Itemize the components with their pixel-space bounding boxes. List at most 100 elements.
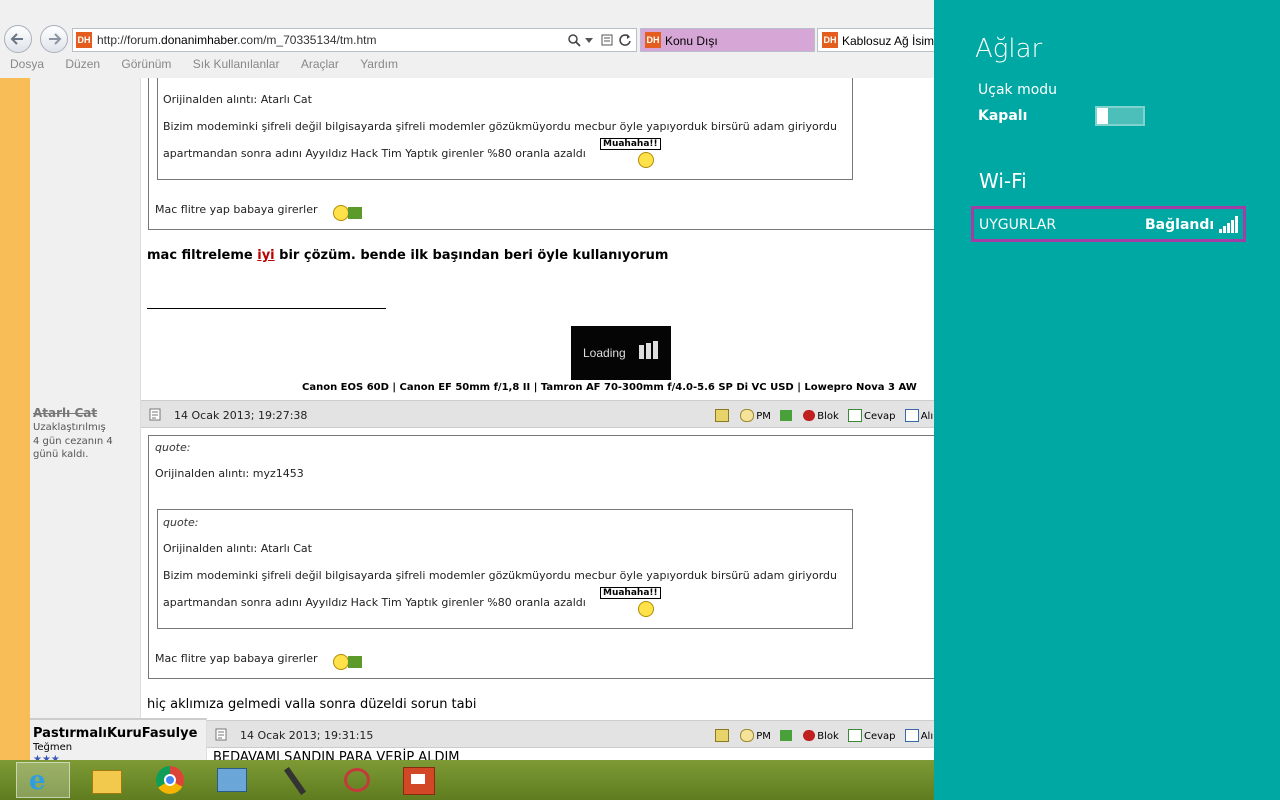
post-header: 14 Ocak 2013; 19:31:15 PM Blok Cevap Alı… — [207, 720, 934, 748]
muahaha-emoticon: Muahaha!! — [600, 138, 661, 168]
cake-icon — [348, 656, 362, 668]
quote-label: quote: — [155, 441, 191, 454]
network-name: UYGURLAR — [979, 217, 1057, 233]
post-actions: PM Blok Cevap Alıntı — [709, 729, 934, 742]
menu-favorites[interactable]: Sık Kullanılanlar — [193, 57, 280, 71]
smiley-icon — [638, 152, 654, 168]
quote-source: Orijinalden alıntı: myz1453 — [155, 467, 304, 480]
quote-text: Bizim modeminki şifreli değil bilgisayar… — [163, 120, 837, 133]
left-stripe — [0, 78, 30, 760]
back-arrow-icon — [10, 33, 23, 45]
tab-favicon: DH — [822, 32, 838, 48]
pm-button[interactable]: PM — [740, 409, 771, 422]
control-panel-icon[interactable] — [205, 762, 259, 798]
quote-source: Orijinalden alıntı: Atarlı Cat — [163, 93, 312, 106]
menu-tools[interactable]: Araçlar — [301, 57, 339, 71]
signature-divider — [147, 308, 386, 309]
quote-text: apartmandan sonra adını Ayyıldız Hack Ti… — [163, 596, 586, 609]
airplane-mode-toggle[interactable] — [1095, 106, 1145, 126]
quote-text: apartmandan sonra adını Ayyıldız Hack Ti… — [163, 147, 586, 160]
toggle-thumb — [1097, 108, 1108, 124]
user-status: Uzaklaştırılmış — [33, 422, 106, 433]
smiley-icon — [638, 601, 654, 617]
user-panel — [30, 78, 141, 400]
network-status: Bağlandı — [1145, 217, 1215, 233]
menu-file[interactable]: Dosya — [10, 57, 44, 71]
taskbar: e — [0, 760, 934, 800]
internet-explorer-icon[interactable]: e — [16, 762, 70, 798]
browser-chrome: DH http://forum.donanimhaber.com/m_70335… — [0, 0, 937, 79]
airplane-mode-state: Kapalı — [978, 108, 1028, 124]
post-text: BEDAVAMI SANDIN PARA VERİP ALDIM — [213, 750, 460, 760]
username[interactable]: Atarlı Cat — [33, 406, 97, 420]
post-icon — [215, 728, 227, 741]
sign-text: Muahaha!! — [600, 587, 661, 599]
page-content: Orijinalden alıntı: Atarlı Cat Bizim mod… — [0, 78, 934, 760]
microphone-icon[interactable] — [268, 762, 322, 798]
site-favicon: DH — [76, 32, 92, 48]
tab-favicon: DH — [645, 32, 661, 48]
quote-source: Orijinalden alıntı: Atarlı Cat — [163, 542, 312, 555]
quote-text: Mac flitre yap babaya girerler — [155, 203, 318, 216]
network-item-uygurlar[interactable]: UYGURLAR Bağlandı — [971, 206, 1246, 242]
cake-icon — [348, 207, 362, 219]
panel-title: Ağlar — [975, 34, 1043, 64]
muahaha-emoticon: Muahaha!! — [600, 587, 661, 617]
quote-label: quote: — [163, 516, 199, 529]
signature-gear: Canon EOS 60D | Canon EF 50mm f/1,8 II |… — [302, 382, 917, 393]
block-button[interactable]: Blok — [803, 410, 839, 422]
reply-button[interactable]: Cevap — [847, 729, 896, 742]
snipping-tool-icon[interactable] — [330, 762, 384, 798]
reply-text: hiç aklımıza gelmedi valla sonra düzeldi… — [147, 697, 477, 712]
loading-text: Loading — [583, 346, 626, 360]
tab-konu-disi[interactable]: DH Konu Dışı — [640, 28, 815, 52]
powerpoint-icon[interactable] — [391, 762, 445, 798]
airplane-mode-label: Uçak modu — [978, 82, 1058, 98]
tab-label: Kablosuz Ağ İsiml — [842, 34, 937, 48]
tab-kablosuz[interactable]: DH Kablosuz Ağ İsiml — [817, 28, 937, 52]
file-explorer-icon[interactable] — [80, 762, 134, 798]
back-button[interactable] — [4, 25, 32, 53]
add-friend-button[interactable] — [780, 410, 794, 422]
quote-button[interactable]: Alıntı — [904, 729, 934, 742]
sign-text: Muahaha!! — [600, 138, 661, 150]
post-actions: PM Blok Cevap Alıntı — [709, 409, 934, 422]
reply-text: mac filtreleme iyi bir çözüm. bende ilk … — [147, 248, 669, 263]
quote-text: Mac flitre yap babaya girerler — [155, 652, 318, 665]
menu-view[interactable]: Görünüm — [121, 57, 171, 71]
reply-link[interactable]: iyi — [257, 248, 274, 263]
address-text[interactable]: http://forum.donanimhaber.com/m_70335134… — [97, 33, 377, 47]
user-panel: PastırmalıKuruFasulye Teğmen ★★★ — [30, 718, 207, 760]
address-bar[interactable]: DH http://forum.donanimhaber.com/m_70335… — [72, 28, 637, 52]
forward-arrow-icon — [49, 33, 62, 45]
forward-button[interactable] — [40, 25, 68, 53]
post-header: 14 Ocak 2013; 19:27:38 PM Blok Cevap Alı… — [141, 400, 934, 428]
pm-button[interactable]: PM — [740, 729, 771, 742]
block-button[interactable]: Blok — [803, 730, 839, 742]
email-button[interactable] — [715, 729, 731, 742]
post-date: 14 Ocak 2013; 19:27:38 — [174, 409, 308, 422]
signature-image: Loading — [571, 326, 671, 380]
search-icon[interactable] — [567, 33, 581, 47]
smiley-icon — [333, 205, 349, 221]
refresh-icon[interactable] — [618, 33, 632, 47]
user-rank: Teğmen — [33, 742, 73, 753]
email-button[interactable] — [715, 409, 731, 422]
quote-button[interactable]: Alıntı — [904, 409, 934, 422]
username[interactable]: PastırmalıKuruFasulye — [33, 726, 197, 741]
menu-edit[interactable]: Düzen — [65, 57, 100, 71]
quote-text: Bizim modeminki şifreli değil bilgisayar… — [163, 569, 837, 582]
wifi-signal-icon — [1219, 216, 1238, 233]
tab-label: Konu Dışı — [665, 34, 718, 48]
menu-bar: Dosya Düzen Görünüm Sık Kullanılanlar Ar… — [0, 57, 406, 75]
reply-button[interactable]: Cevap — [847, 409, 896, 422]
chevron-down-icon[interactable] — [585, 38, 593, 44]
menu-help[interactable]: Yardım — [360, 57, 398, 71]
add-friend-button[interactable] — [780, 730, 794, 742]
networks-panel: Ağlar Uçak modu Kapalı Wi-Fi UYGURLAR Ba… — [934, 0, 1280, 800]
compatibility-view-icon[interactable] — [601, 33, 613, 47]
wifi-header: Wi-Fi — [979, 169, 1027, 193]
user-panel: Atarlı Cat Uzaklaştırılmış 4 gün cezanın… — [30, 400, 141, 718]
chrome-icon[interactable] — [143, 762, 197, 798]
post-date: 14 Ocak 2013; 19:31:15 — [240, 729, 374, 742]
